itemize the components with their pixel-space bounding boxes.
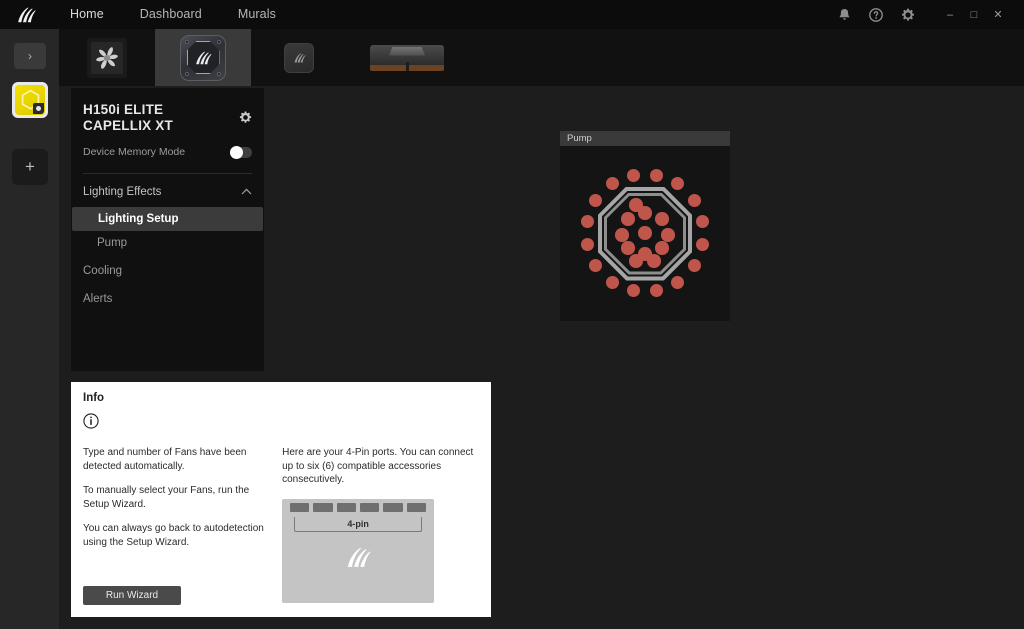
- lighting-effects-label: Lighting Effects: [83, 186, 162, 198]
- port-segment: [336, 502, 357, 512]
- port-segment: [360, 502, 380, 512]
- sidebar-item-alerts[interactable]: Alerts: [71, 287, 264, 311]
- info-panel-columns: Type and number of Fans have been detect…: [71, 434, 491, 603]
- pump-block-icon: [180, 34, 226, 81]
- sidebar-item-label: Alerts: [83, 293, 113, 305]
- info-paragraph: You can always go back to autodetection …: [83, 523, 264, 548]
- icue-app-window: Home Dashboard Murals – □ ✕ › + H150i EL…: [0, 0, 1024, 629]
- settings-gear-icon[interactable]: [892, 0, 924, 29]
- pump-preview-card: Pump: [560, 131, 730, 321]
- info-paragraph: Type and number of Fans have been detect…: [83, 447, 247, 472]
- port-label: 4-pin: [294, 516, 423, 532]
- sidebar-item-cooling[interactable]: Cooling: [71, 259, 264, 283]
- nav-item-dashboard[interactable]: Dashboard: [122, 0, 220, 29]
- pump-preview-title: Pump: [567, 133, 592, 144]
- sidebar-item-lighting-setup[interactable]: Lighting Setup: [72, 207, 263, 231]
- pump-led-outer[interactable]: [580, 214, 594, 228]
- pump-led-canvas[interactable]: [560, 146, 730, 321]
- rail-expand-button[interactable]: ›: [14, 43, 46, 69]
- help-icon[interactable]: [860, 0, 892, 29]
- pump-preview-header: Pump: [560, 131, 730, 146]
- port-segment: [383, 502, 403, 512]
- pump-led-outer[interactable]: [696, 214, 710, 228]
- device-tab-cooler[interactable]: [155, 29, 251, 86]
- pump-led-outer[interactable]: [687, 193, 701, 207]
- pump-led-outer[interactable]: [650, 168, 663, 182]
- pump-led-outer[interactable]: [671, 275, 685, 289]
- minimize-button[interactable]: –: [938, 0, 962, 29]
- info-panel-title: Info: [83, 392, 105, 404]
- add-profile-button[interactable]: +: [12, 149, 48, 185]
- info-right-column: Here are your 4-Pin ports. You can conne…: [282, 446, 479, 603]
- device-tab-fan[interactable]: [59, 29, 155, 86]
- device-title: H150i ELITE CAPELLIX XT: [83, 102, 173, 133]
- pump-led-outer[interactable]: [626, 168, 640, 182]
- fan-icon: [87, 37, 127, 78]
- pump-led-inner[interactable]: [629, 254, 643, 268]
- pump-led-inner[interactable]: [615, 228, 629, 242]
- pump-led-outer[interactable]: [650, 284, 663, 298]
- lighting-effects-list: Lighting Setup Pump Cooling Alerts: [71, 207, 264, 311]
- port-segment: [313, 502, 333, 512]
- left-rail: › +: [0, 29, 59, 629]
- keycap-icon: [284, 42, 314, 73]
- title-bar-actions: – □ ✕: [828, 0, 1024, 29]
- info-left-column: Type and number of Fans have been detect…: [83, 446, 266, 603]
- corsair-sails-logo-icon: [345, 547, 371, 573]
- device-settings-gear-icon[interactable]: [239, 111, 252, 129]
- lighting-effects-section-header[interactable]: Lighting Effects: [71, 174, 264, 198]
- pump-led-outer[interactable]: [605, 275, 619, 289]
- pump-led-inner[interactable]: [621, 212, 635, 226]
- port-segment: [290, 502, 310, 512]
- plus-icon: +: [25, 157, 35, 176]
- device-memory-mode-row: Device Memory Mode: [71, 134, 264, 159]
- sidebar-item-label: Pump: [97, 237, 128, 249]
- close-button[interactable]: ✕: [986, 0, 1010, 29]
- pump-led-inner[interactable]: [638, 226, 652, 240]
- info-paragraph: Here are your 4-Pin ports. You can conne…: [282, 447, 474, 485]
- sidebar-item-pump[interactable]: Pump: [71, 231, 264, 255]
- sidebar-item-label: Lighting Setup: [98, 213, 179, 225]
- pump-led-outer[interactable]: [580, 238, 594, 251]
- device-settings-panel: H150i ELITE CAPELLIX XT Device Memory Mo…: [71, 88, 264, 371]
- pump-led-inner[interactable]: [655, 241, 669, 255]
- pump-led-inner[interactable]: [661, 228, 675, 242]
- lighting-badge-icon: [33, 103, 44, 114]
- profile-tile-color: [15, 85, 45, 115]
- title-bar: Home Dashboard Murals – □ ✕: [0, 0, 1024, 29]
- ram-module-icon: [370, 44, 444, 71]
- chevron-right-icon: ›: [28, 49, 32, 63]
- notifications-bell-icon[interactable]: [828, 0, 860, 29]
- profile-tile-active[interactable]: [12, 82, 48, 118]
- device-tab-strip: [59, 29, 1024, 86]
- nav-item-home[interactable]: Home: [52, 0, 122, 29]
- port-diagram: 4-pin: [282, 498, 435, 603]
- pump-led-outer[interactable]: [696, 238, 710, 251]
- port-segments: [290, 502, 427, 512]
- sidebar-item-label: Cooling: [83, 265, 122, 277]
- info-panel: Info Type and number of Fans have been d…: [71, 382, 491, 617]
- pump-led-inner[interactable]: [621, 241, 635, 255]
- device-memory-mode-label: Device Memory Mode: [83, 146, 186, 158]
- corsair-sails-logo-icon: [0, 7, 52, 23]
- nav-item-murals[interactable]: Murals: [220, 0, 294, 29]
- info-paragraph: To manually select your Fans, run the Se…: [83, 485, 250, 510]
- maximize-button[interactable]: □: [962, 0, 986, 29]
- chevron-up-icon: [241, 187, 252, 198]
- port-segment: [406, 502, 427, 512]
- pump-led-inner[interactable]: [629, 198, 643, 212]
- pump-led-inner[interactable]: [647, 254, 661, 268]
- device-panel-header: H150i ELITE CAPELLIX XT: [71, 88, 264, 134]
- pump-led-outer[interactable]: [687, 259, 701, 273]
- device-tab-memory[interactable]: [347, 29, 467, 86]
- pump-led-inner[interactable]: [655, 212, 669, 226]
- device-memory-mode-toggle[interactable]: [230, 145, 252, 159]
- main-nav: Home Dashboard Murals: [52, 0, 294, 29]
- info-circle-icon: [71, 404, 491, 434]
- run-wizard-button[interactable]: Run Wizard: [83, 586, 181, 605]
- pump-led-outer[interactable]: [626, 284, 640, 298]
- device-tab-keyboard[interactable]: [251, 29, 347, 86]
